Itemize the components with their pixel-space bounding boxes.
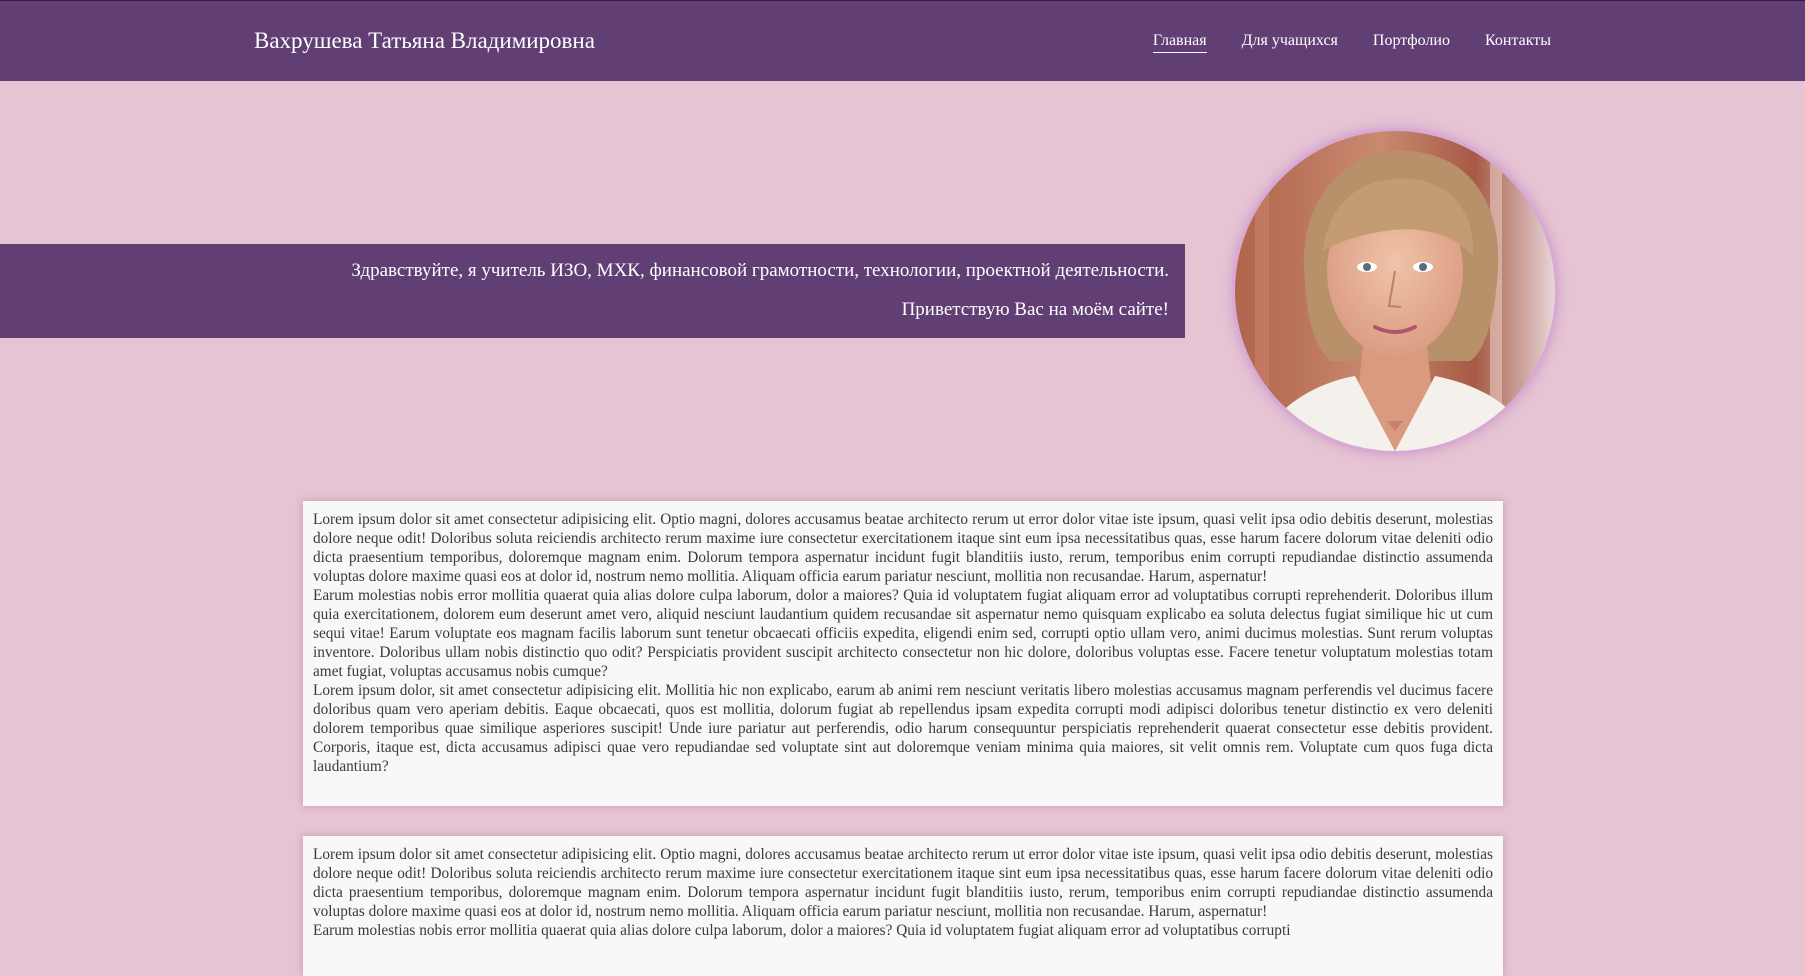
portrait-image xyxy=(1235,131,1555,451)
card-paragraph: Earum molestias nobis error mollitia qua… xyxy=(313,587,1493,680)
site-title[interactable]: Вахрушева Татьяна Владимировна xyxy=(254,28,595,54)
card-paragraph: Lorem ipsum dolor sit amet consectetur a… xyxy=(313,511,1493,585)
hero-banner: Здравствуйте, я учитель ИЗО, МХК, финанс… xyxy=(0,244,1185,338)
card-paragraph: Lorem ipsum dolor, sit amet consectetur … xyxy=(313,682,1493,775)
card-paragraph: Lorem ipsum dolor sit amet consectetur a… xyxy=(313,846,1493,920)
card-paragraph: Earum molestias nobis error mollitia qua… xyxy=(313,922,1291,939)
nav-link-students[interactable]: Для учащихся xyxy=(1242,32,1338,53)
hero-greeting: Здравствуйте, я учитель ИЗО, МХК, финанс… xyxy=(351,260,1169,281)
main-nav: Главная Для учащихся Портфолио Контакты xyxy=(1152,32,1551,53)
nav-link-contacts[interactable]: Контакты xyxy=(1485,32,1551,53)
content-card: Lorem ipsum dolor sit amet consectetur a… xyxy=(303,501,1503,806)
content-card: Lorem ipsum dolor sit amet consectetur a… xyxy=(303,836,1503,976)
nav-link-portfolio[interactable]: Портфолио xyxy=(1373,32,1450,53)
teacher-photo xyxy=(1235,131,1555,451)
nav-link-home[interactable]: Главная xyxy=(1152,32,1207,53)
hero-welcome: Приветствую Вас на моём сайте! xyxy=(901,299,1169,320)
top-navbar: Вахрушева Татьяна Владимировна Главная Д… xyxy=(0,0,1805,81)
